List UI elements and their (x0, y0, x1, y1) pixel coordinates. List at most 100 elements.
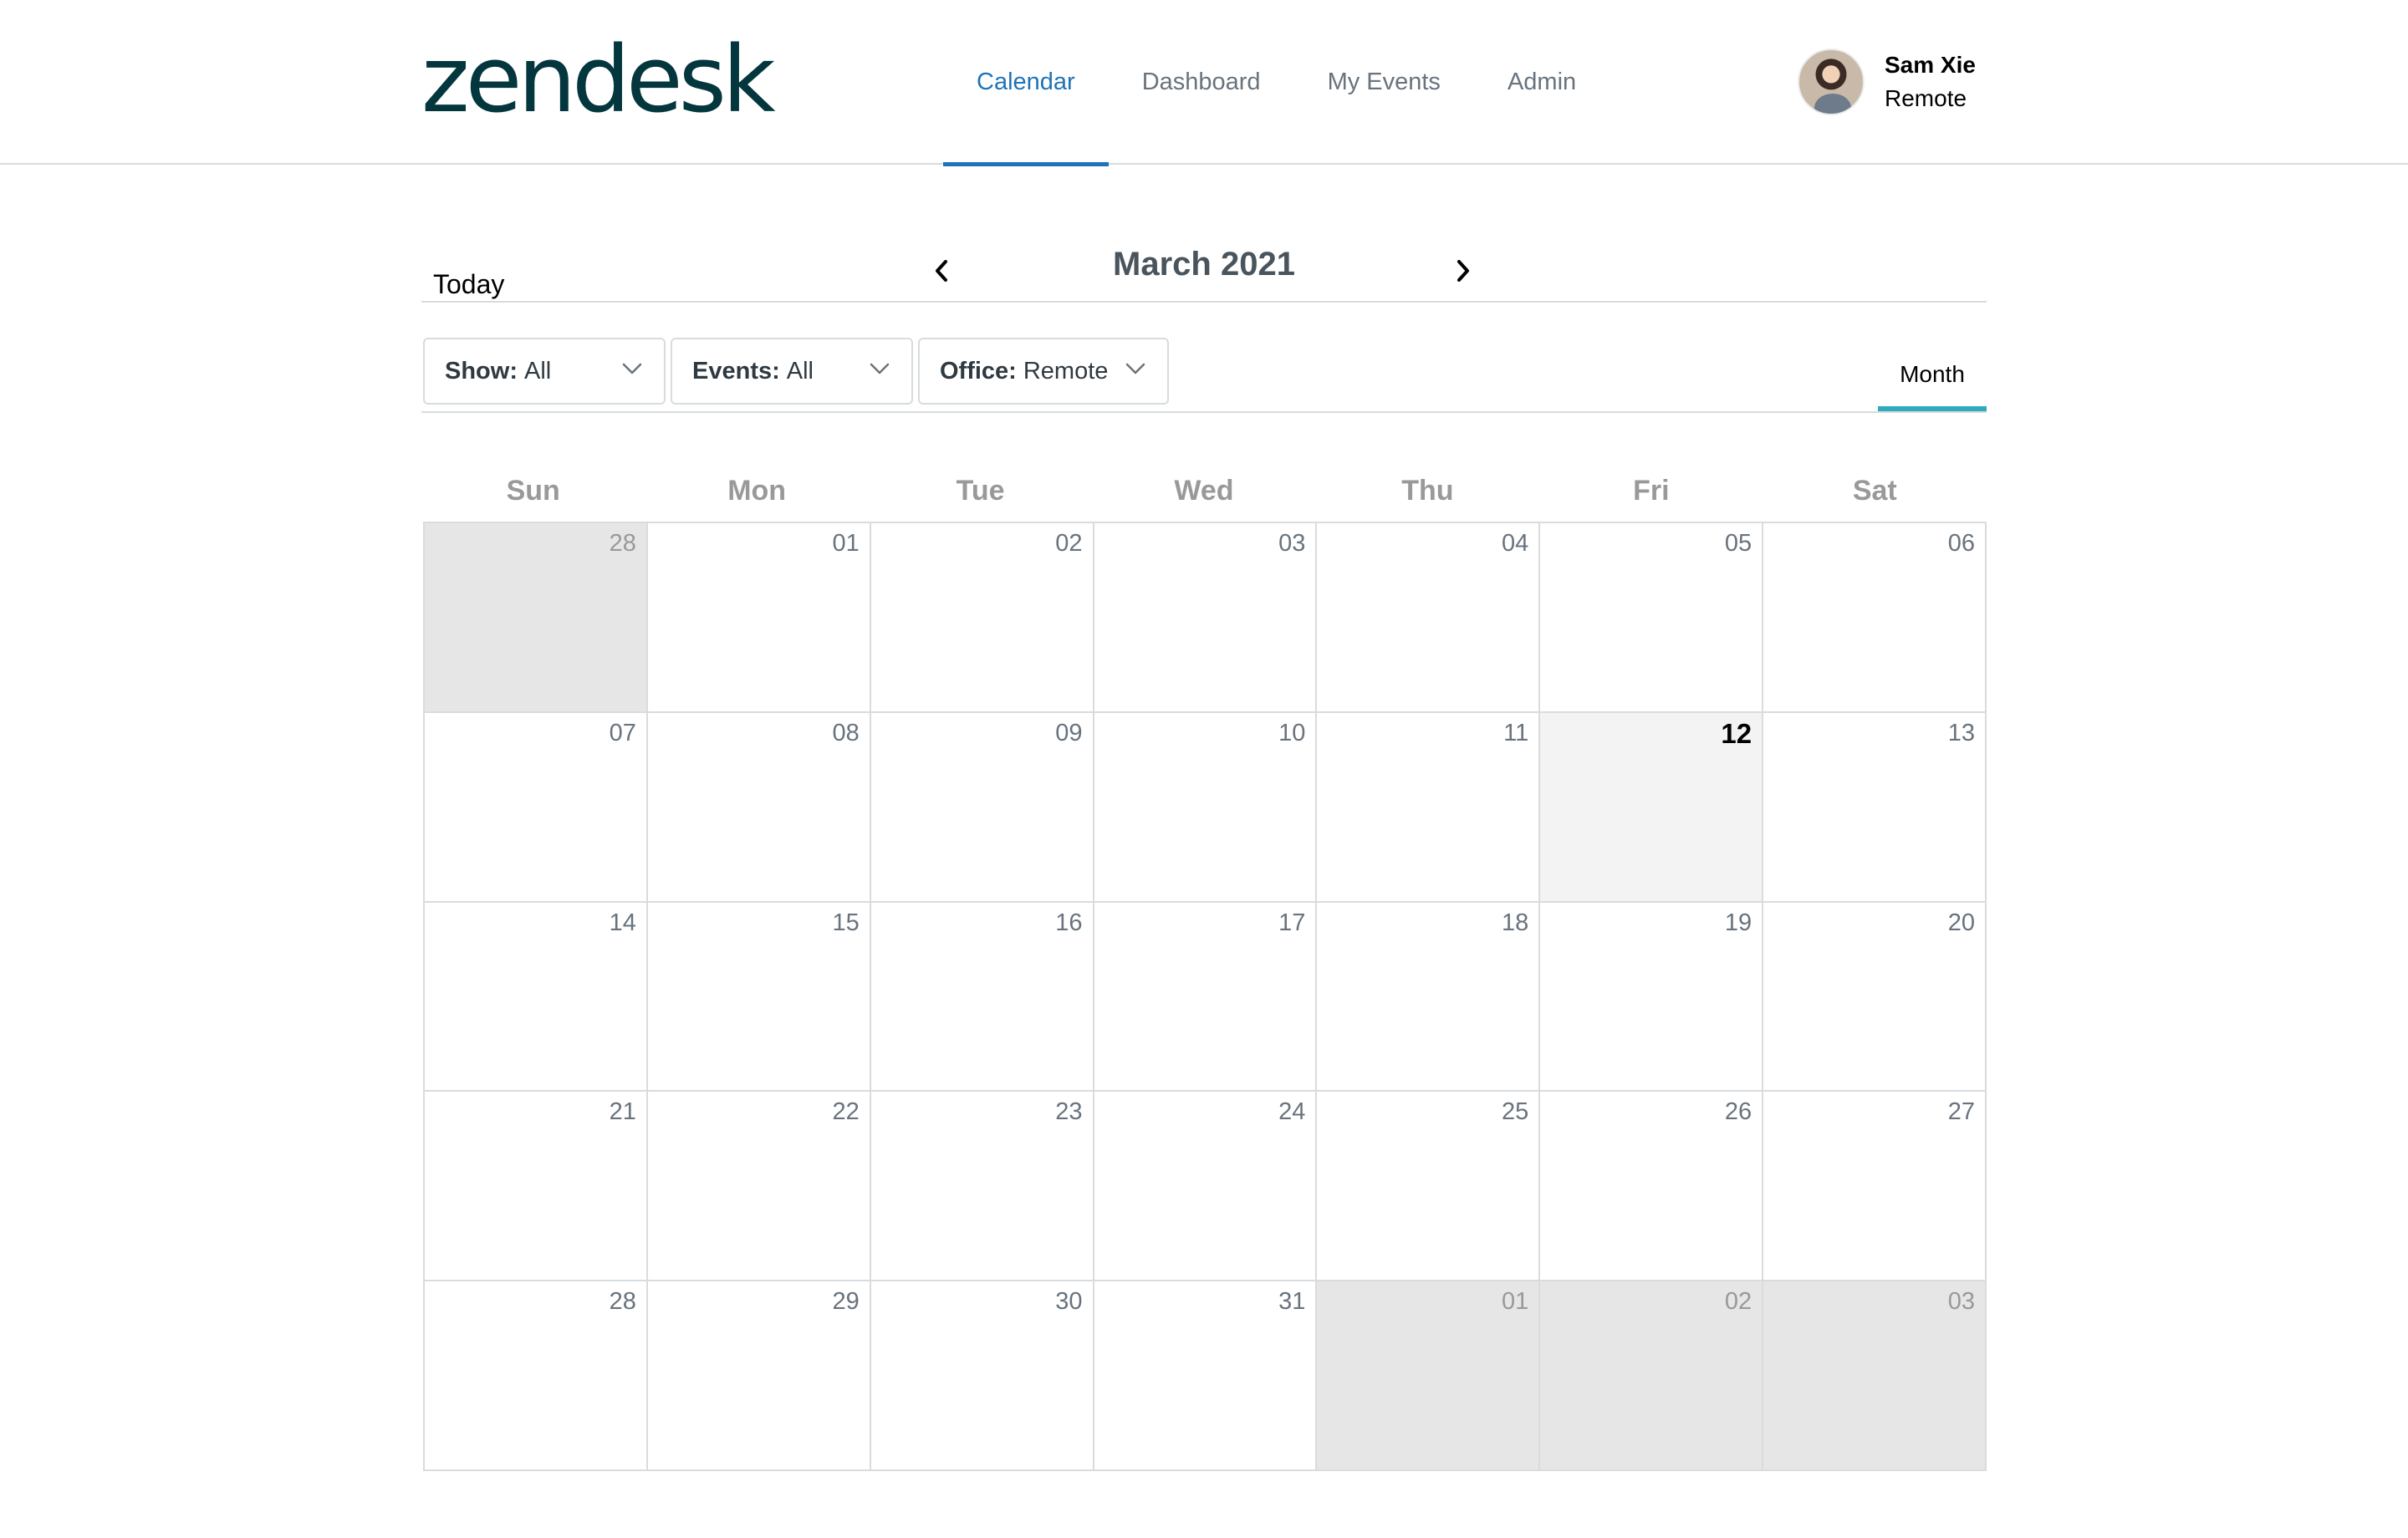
day-number: 01 (1502, 1288, 1529, 1316)
show-filter-label: Show: (445, 357, 518, 384)
day-cell-outside-month[interactable]: 28 (425, 523, 648, 713)
day-cell[interactable]: 07 (425, 712, 648, 903)
month-title: March 2021 (1113, 246, 1295, 283)
day-cell-outside-month[interactable]: 03 (1763, 1281, 1987, 1471)
day-number: 05 (1724, 530, 1752, 557)
day-cell[interactable]: 22 (647, 1092, 871, 1282)
next-month-button[interactable] (1446, 254, 1480, 288)
office-filter-label: Office: (940, 357, 1017, 384)
day-number: 28 (609, 1288, 636, 1316)
day-cell[interactable]: 21 (425, 1092, 648, 1282)
nav-calendar[interactable]: Calendar (943, 0, 1109, 166)
day-cell[interactable]: 05 (1540, 523, 1764, 713)
day-cell[interactable]: 29 (647, 1281, 871, 1471)
filter-bar: Show: All Events: All Office: Remote Mon… (421, 338, 1987, 413)
events-filter-dropdown[interactable]: Events: All (671, 338, 913, 405)
weekday-label: Sat (1852, 475, 1897, 507)
day-cell-today[interactable]: 12 (1540, 712, 1764, 903)
day-number: 16 (1055, 909, 1083, 936)
day-number: 04 (1502, 530, 1529, 557)
day-number: 03 (1278, 530, 1306, 557)
nav-admin[interactable]: Admin (1474, 0, 1610, 165)
day-cell[interactable]: 15 (647, 902, 871, 1092)
day-number: 25 (1502, 1098, 1529, 1126)
chevron-down-icon (622, 363, 642, 374)
day-cell[interactable]: 24 (1094, 1092, 1318, 1282)
day-cell[interactable]: 01 (647, 523, 871, 713)
day-cell[interactable]: 16 (870, 902, 1094, 1092)
day-cell[interactable]: 18 (1317, 902, 1541, 1092)
day-number: 01 (832, 530, 860, 557)
day-cell[interactable]: 08 (647, 712, 871, 903)
day-cell[interactable]: 03 (1094, 523, 1318, 713)
day-cell[interactable]: 27 (1763, 1092, 1987, 1282)
day-number: 27 (1947, 1098, 1975, 1126)
day-cell[interactable]: 17 (1094, 902, 1318, 1092)
weekday-label: Wed (1174, 475, 1234, 507)
day-cell[interactable]: 04 (1317, 523, 1541, 713)
weekday-label: Mon (727, 475, 787, 507)
office-filter-dropdown[interactable]: Office: Remote (918, 338, 1169, 405)
day-number: 03 (1947, 1288, 1975, 1316)
weekday-label: Tue (956, 475, 1005, 507)
user-info: Sam Xie Remote (1885, 48, 1976, 115)
day-number: 09 (1055, 719, 1083, 746)
avatar[interactable] (1798, 48, 1865, 115)
weekday-label: Sun (506, 475, 560, 507)
day-cell[interactable]: 19 (1540, 902, 1764, 1092)
day-cell[interactable]: 06 (1763, 523, 1987, 713)
day-number: 21 (609, 1098, 636, 1126)
user-profile[interactable]: Sam Xie Remote (1798, 48, 1976, 115)
day-number: 02 (1055, 530, 1083, 557)
day-cell[interactable]: 28 (425, 1281, 648, 1471)
chevron-down-icon (1125, 363, 1145, 374)
day-number: 31 (1278, 1288, 1306, 1316)
main-nav: Calendar Dashboard My Events Admin (943, 0, 1610, 166)
day-cell[interactable]: 25 (1317, 1092, 1541, 1282)
show-filter-value: All (524, 357, 552, 384)
day-cell[interactable]: 02 (870, 523, 1094, 713)
office-filter-value: Remote (1023, 357, 1109, 384)
zendesk-logo[interactable]: zendesk (421, 33, 776, 125)
view-tab-month[interactable]: Month (1878, 338, 1987, 411)
day-number: 30 (1055, 1288, 1083, 1316)
day-number: 06 (1947, 530, 1975, 557)
day-number: 26 (1724, 1098, 1752, 1126)
user-office: Remote (1885, 85, 1967, 111)
day-number: 02 (1724, 1288, 1752, 1316)
events-filter-value: All (786, 357, 814, 384)
day-cell-outside-month[interactable]: 02 (1540, 1281, 1764, 1471)
nav-my-events[interactable]: My Events (1294, 0, 1474, 165)
weekday-label: Fri (1633, 475, 1670, 507)
chevron-right-icon (1457, 260, 1469, 282)
nav-dashboard[interactable]: Dashboard (1109, 0, 1294, 165)
day-cell[interactable]: 10 (1094, 712, 1318, 903)
day-cell[interactable]: 23 (870, 1092, 1094, 1282)
day-cell[interactable]: 13 (1763, 712, 1987, 903)
weekday-label: Thu (1401, 475, 1454, 507)
day-number: 20 (1947, 909, 1975, 936)
user-name: Sam Xie (1885, 52, 1976, 78)
top-navigation-bar: zendesk Calendar Dashboard My Events Adm… (0, 0, 2408, 166)
day-number: 10 (1278, 719, 1306, 746)
events-filter-label: Events: (692, 357, 780, 384)
day-cell[interactable]: 30 (870, 1281, 1094, 1471)
day-number: 24 (1278, 1098, 1306, 1126)
day-cell[interactable]: 26 (1540, 1092, 1764, 1282)
day-cell-outside-month[interactable]: 01 (1317, 1281, 1541, 1471)
day-number: 17 (1278, 909, 1306, 936)
day-number: 22 (832, 1098, 860, 1126)
day-number: 12 (1721, 717, 1752, 749)
day-cell[interactable]: 20 (1763, 902, 1987, 1092)
day-number: 23 (1055, 1098, 1083, 1126)
day-cell[interactable]: 11 (1317, 712, 1541, 903)
day-number: 18 (1502, 909, 1529, 936)
weekday-header: Sun Mon Tue Wed Thu Fri Sat (421, 475, 1987, 522)
day-cell[interactable]: 09 (870, 712, 1094, 903)
show-filter-dropdown[interactable]: Show: All (423, 338, 666, 405)
day-number: 14 (609, 909, 636, 936)
day-number: 29 (832, 1288, 860, 1316)
day-cell[interactable]: 31 (1094, 1281, 1318, 1471)
calendar-toolbar: Today March 2021 (421, 234, 1987, 303)
day-cell[interactable]: 14 (425, 902, 648, 1092)
